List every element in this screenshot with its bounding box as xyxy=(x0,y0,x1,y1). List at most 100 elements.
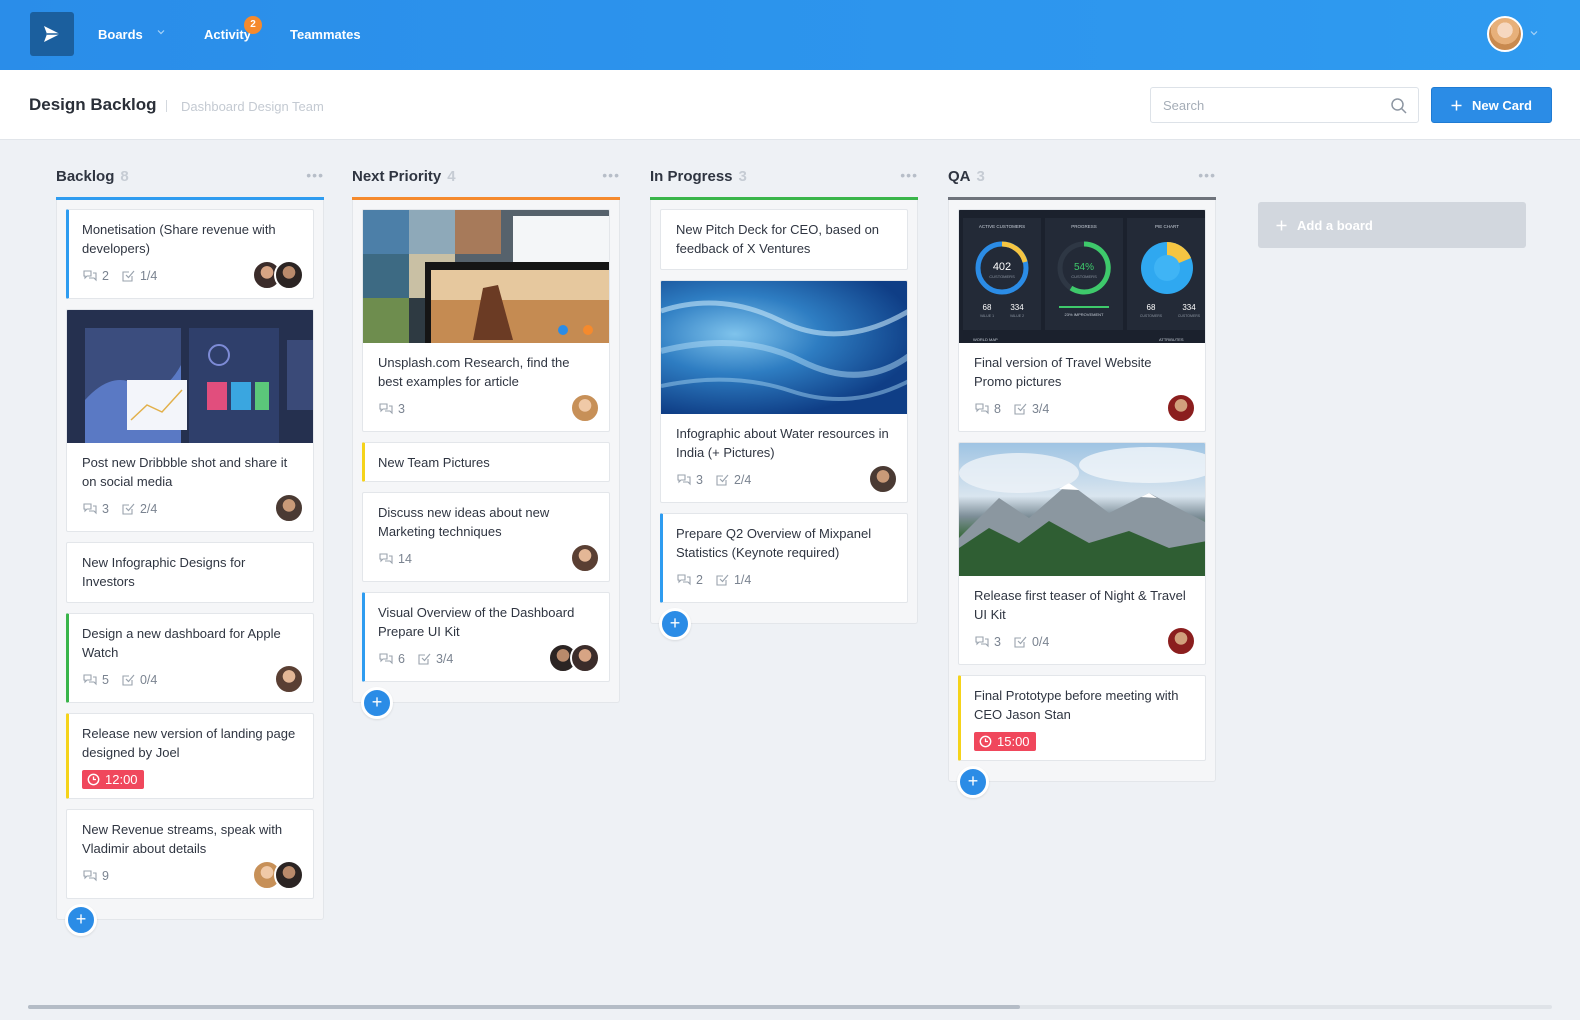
card[interactable]: ACTIVE CUSTOMERS PROGRESS PIE CHART 402 … xyxy=(958,209,1206,432)
card[interactable]: Prepare Q2 Overview of Mixpanel Statisti… xyxy=(660,513,908,603)
add-card-button[interactable]: + xyxy=(659,608,691,640)
card[interactable]: New Pitch Deck for CEO, based on feedbac… xyxy=(660,209,908,270)
comment-count: 8 xyxy=(994,401,1001,416)
chevron-down-icon[interactable] xyxy=(1530,29,1538,37)
new-card-button[interactable]: New Card xyxy=(1431,87,1552,123)
plus-icon xyxy=(1276,220,1287,230)
column-backlog: Backlog 8 ••• Monetisation (Share revenue… xyxy=(56,160,324,936)
app-logo[interactable] xyxy=(30,12,74,56)
stat-value: 68 xyxy=(1147,303,1156,312)
column-count: 3 xyxy=(976,168,985,185)
stat-value: 334 xyxy=(1010,303,1024,312)
card[interactable]: New Infographic Designs for Investors xyxy=(66,542,314,603)
more-options-icon[interactable]: ••• xyxy=(602,167,620,183)
column-cards: New Pitch Deck for CEO, based on feedbac… xyxy=(650,200,918,640)
card[interactable]: Infographic about Water resources in Ind… xyxy=(660,280,908,503)
card[interactable]: Unsplash.com Research, find the best exa… xyxy=(362,209,610,432)
search-icon[interactable] xyxy=(1390,97,1408,115)
column-header: QA 3 ••• xyxy=(948,160,1216,197)
checklist-count: 1/4 xyxy=(139,268,158,283)
card-members xyxy=(252,260,304,290)
search-input[interactable] xyxy=(1163,88,1373,122)
card-title: Discuss new ideas about new Marketing te… xyxy=(378,505,550,539)
more-options-icon[interactable]: ••• xyxy=(900,167,918,183)
card-cover-image xyxy=(661,281,907,414)
card[interactable]: Monetisation (Share revenue with develop… xyxy=(66,209,314,299)
user-avatar[interactable] xyxy=(1487,16,1523,52)
more-options-icon[interactable]: ••• xyxy=(1198,167,1216,183)
dribbble-shot-image xyxy=(67,310,313,443)
due-time: 15:00 xyxy=(997,734,1030,749)
add-card-button[interactable]: + xyxy=(65,904,97,936)
card-members xyxy=(548,643,600,673)
card-title: Release new version of landing page desi… xyxy=(82,726,296,760)
avatar[interactable] xyxy=(570,393,600,423)
avatar[interactable] xyxy=(868,464,898,494)
avatar[interactable] xyxy=(1166,393,1196,423)
checklist-count: 3/4 xyxy=(435,651,454,666)
panel-footer: ATTRIBUTES xyxy=(1159,337,1184,342)
card[interactable]: Discuss new ideas about new Marketing te… xyxy=(362,492,610,582)
avatar[interactable] xyxy=(570,543,600,573)
activity-badge: 2 xyxy=(244,16,262,34)
comments-icon xyxy=(379,402,393,414)
card[interactable]: Design a new dashboard for Apple Watch 5… xyxy=(66,613,314,703)
avatar[interactable] xyxy=(274,860,304,890)
team-name[interactable]: Dashboard Design Team xyxy=(181,99,324,114)
checklist-icon xyxy=(418,653,431,665)
paper-plane-icon xyxy=(44,26,60,42)
column-title: QA 3 xyxy=(948,168,985,185)
card-members xyxy=(1166,393,1196,423)
card-title: New Revenue streams, speak with Vladimir… xyxy=(82,822,283,856)
nav-boards[interactable]: Boards xyxy=(98,27,143,42)
card[interactable]: Release first teaser of Night & Travel U… xyxy=(958,442,1206,665)
avatar[interactable] xyxy=(274,493,304,523)
due-time-badge: 15:00 xyxy=(974,732,1036,751)
improvement-label: 23% IMPROVEMENT xyxy=(1065,312,1104,317)
column-cards: ACTIVE CUSTOMERS PROGRESS PIE CHART 402 … xyxy=(948,200,1216,798)
column-in-progress: In Progress 3 ••• New Pitch Deck for CEO,… xyxy=(650,160,918,640)
checklist-count: 2/4 xyxy=(139,501,158,516)
comment-count: 9 xyxy=(102,868,109,883)
chevron-down-icon[interactable] xyxy=(157,28,165,36)
card-members xyxy=(570,543,600,573)
add-board-button[interactable]: Add a board xyxy=(1258,202,1526,248)
more-options-icon[interactable]: ••• xyxy=(306,167,324,183)
card[interactable]: New Team Pictures xyxy=(362,442,610,482)
search-box xyxy=(1150,87,1419,123)
progress-value: 54% xyxy=(1074,262,1094,273)
add-card-button[interactable]: + xyxy=(361,687,393,719)
column-count: 8 xyxy=(120,168,129,185)
card-cover-image: ACTIVE CUSTOMERS PROGRESS PIE CHART 402 … xyxy=(959,210,1205,343)
card[interactable]: New Revenue streams, speak with Vladimir… xyxy=(66,809,314,899)
column-next-priority: Next Priority 4 ••• Unsplash.com Researc… xyxy=(352,160,620,719)
card[interactable]: Visual Overview of the Dashboard Prepare… xyxy=(362,592,610,682)
panel-title: PIE CHART xyxy=(1155,224,1179,229)
column-count: 4 xyxy=(447,168,456,185)
ring-value: 402 xyxy=(993,261,1011,273)
avatar[interactable] xyxy=(1166,626,1196,656)
stat-label: VALUE 1 xyxy=(980,314,994,318)
checklist-icon xyxy=(1014,403,1027,415)
card-title: Final version of Travel Website Promo pi… xyxy=(974,355,1152,389)
card[interactable]: Release new version of landing page desi… xyxy=(66,713,314,799)
horizontal-scrollbar[interactable] xyxy=(28,1005,1552,1009)
avatar[interactable] xyxy=(274,664,304,694)
checklist-icon xyxy=(716,574,729,586)
page-header: Design Backlog Dashboard Design Team New… xyxy=(0,70,1580,140)
scrollbar-thumb[interactable] xyxy=(28,1005,1020,1009)
card-title: Visual Overview of the Dashboard Prepare… xyxy=(378,605,575,639)
stat-value: 68 xyxy=(983,303,992,312)
avatar[interactable] xyxy=(274,260,304,290)
card-title: Prepare Q2 Overview of Mixpanel Statisti… xyxy=(676,526,872,560)
nav-activity[interactable]: Activity xyxy=(204,27,251,42)
column-cards: Monetisation (Share revenue with develop… xyxy=(56,200,324,936)
avatar[interactable] xyxy=(570,643,600,673)
comments-icon xyxy=(379,652,393,664)
card-members xyxy=(1166,626,1196,656)
card-title: Post new Dribbble shot and share it on s… xyxy=(82,455,288,489)
card[interactable]: Final Prototype before meeting with CEO … xyxy=(958,675,1206,761)
nav-teammates[interactable]: Teammates xyxy=(290,27,361,42)
card[interactable]: Post new Dribbble shot and share it on s… xyxy=(66,309,314,532)
add-card-button[interactable]: + xyxy=(957,766,989,798)
